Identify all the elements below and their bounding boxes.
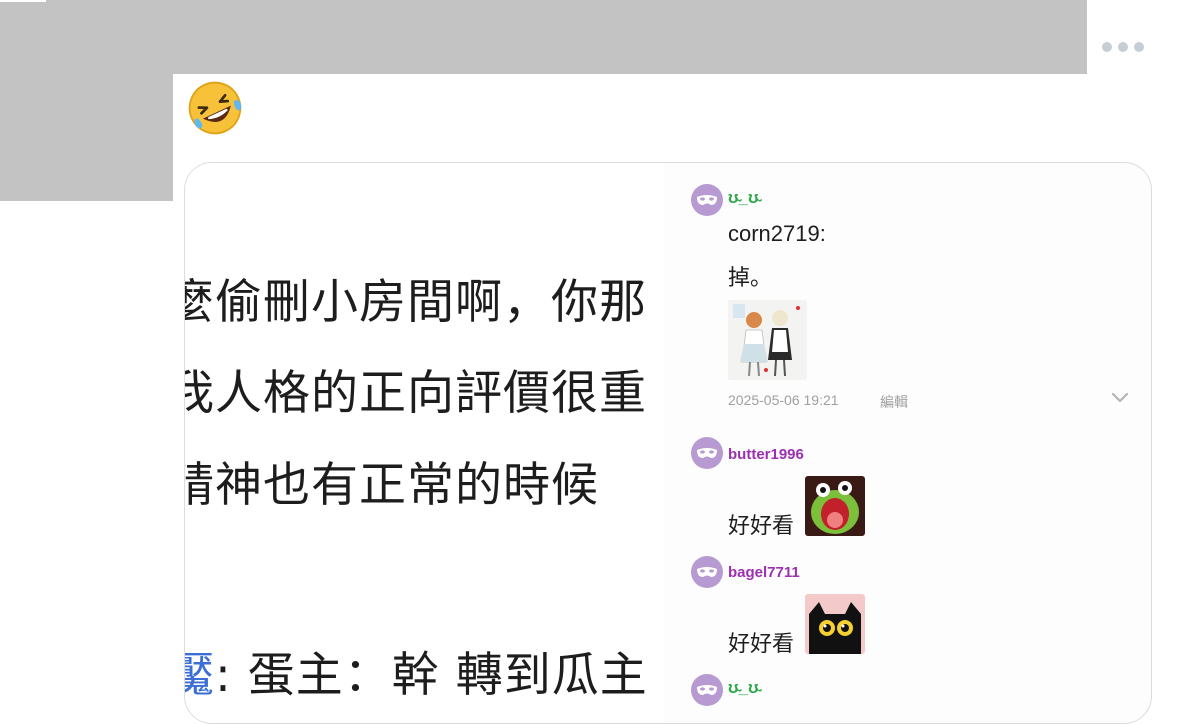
screenshot-text-line: 我人格的正向評價很重 (185, 366, 647, 421)
avatar[interactable] (691, 437, 723, 469)
avatar[interactable] (691, 674, 723, 706)
anime-characters-image (728, 300, 807, 380)
comment-timestamp: 2025-05-06 19:21 (728, 392, 839, 408)
attached-image[interactable] (728, 300, 807, 380)
comment-username[interactable]: ʊ̴_ʊ̴ (728, 678, 759, 698)
mask-icon (697, 685, 717, 695)
black-cat-sticker-icon (805, 594, 865, 654)
screenshot-text: : 蛋主：幹 轉到瓜主 (215, 648, 648, 703)
screenshot-text-line: 麼偷刪小房間啊，你那 (185, 275, 647, 330)
chevron-down-icon[interactable] (1111, 392, 1129, 404)
dot-icon (1102, 42, 1112, 52)
comment-username[interactable]: butter1996 (728, 446, 804, 463)
avatar[interactable] (691, 184, 723, 216)
sticker-image[interactable] (805, 476, 865, 536)
avatar[interactable] (691, 556, 723, 588)
comment-username[interactable]: bagel7711 (728, 564, 800, 581)
comment-text: corn2719: (728, 221, 826, 246)
comment-text: 掉。 (728, 265, 773, 290)
screenshot-username: 魘 (185, 648, 215, 703)
screenshot-image[interactable]: 麼偷刪小房間啊，你那 我人格的正向評價很重 精神也有正常的時候 魘: 蛋主：幹 … (185, 163, 664, 723)
dot-icon (1118, 42, 1128, 52)
redacted-avatar-block (0, 74, 173, 201)
more-options-button[interactable] (1102, 38, 1148, 56)
kermit-sticker-icon (805, 476, 865, 536)
redacted-header-block (0, 0, 1087, 74)
divider (0, 0, 46, 2)
edit-link[interactable]: 編輯 (880, 392, 908, 412)
comments-panel: ʊ̴_ʊ̴ corn2719: 掉。 2025-05-06 19:21 編輯 b… (664, 163, 1151, 723)
comment-text: 好好看 (728, 631, 795, 656)
mask-icon (697, 448, 717, 458)
screenshot-text-line: 魘: 蛋主：幹 轉到瓜主 (185, 636, 648, 705)
mask-icon (697, 195, 717, 205)
comment-text: 好好看 (728, 513, 795, 538)
sticker-image[interactable] (805, 594, 865, 654)
mask-icon (697, 567, 717, 577)
embedded-post-card[interactable]: 麼偷刪小房間啊，你那 我人格的正向評價很重 精神也有正常的時候 魘: 蛋主：幹 … (184, 162, 1152, 724)
rolling-laughing-emoji-icon (188, 81, 242, 135)
comment-username[interactable]: ʊ̴_ʊ̴ (728, 188, 759, 208)
dot-icon (1134, 42, 1144, 52)
screenshot-text-line: 精神也有正常的時候 (185, 458, 599, 513)
